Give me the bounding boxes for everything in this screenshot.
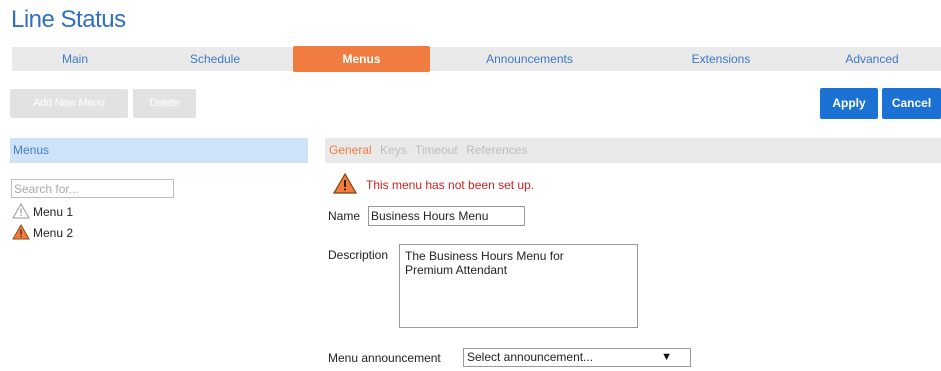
tab-announcements[interactable]: Announcements [434,47,625,71]
menu-list-item-menu-1[interactable]: Menu 1 [12,202,74,221]
apply-button[interactable]: Apply [820,88,878,119]
page-title: Line Status [11,6,126,33]
subtab-references[interactable]: References [466,143,527,157]
setup-warning: This menu has not been set up. [332,172,535,195]
tab-main[interactable]: Main [12,47,138,71]
tab-advanced[interactable]: Advanced [807,47,937,71]
subtab-keys[interactable]: Keys [380,143,407,157]
tab-schedule[interactable]: Schedule [140,47,290,71]
menu-list-item-menu-2[interactable]: Menu 2 [12,223,74,242]
cancel-button[interactable]: Cancel [882,88,941,119]
dropdown-arrow-icon: ▼ [661,351,672,363]
description-field[interactable]: The Business Hours Menu for Premium Atte… [399,244,638,328]
menu-item-label: Menu 2 [33,226,74,240]
main-tab-bar: Main Schedule Menus Announcements Extens… [12,46,941,72]
menu-item-label: Menu 1 [33,205,74,219]
warning-outline-icon [12,202,30,219]
warning-icon [332,172,358,194]
menu-announcement-select[interactable]: Select announcement... ▼ [463,348,691,367]
tab-extensions[interactable]: Extensions [628,47,814,71]
add-new-menu-button[interactable]: Add New Menu [10,89,128,118]
tab-menus[interactable]: Menus [293,46,430,72]
warning-text: This menu has not been set up. [366,178,535,192]
name-field[interactable] [368,206,525,226]
warning-filled-icon [12,223,30,240]
name-label: Name [328,209,361,223]
menu-announcement-label: Menu announcement [328,351,441,365]
description-label: Description [328,248,389,262]
menu-announcement-value: Select announcement... [467,350,594,364]
subtab-timeout[interactable]: Timeout [415,143,458,157]
search-input[interactable] [11,179,174,198]
menus-panel-header: Menus [10,138,308,163]
detail-subtab-bar: General Keys Timeout References [325,138,941,163]
subtab-general[interactable]: General [329,143,372,157]
delete-button[interactable]: Delete [133,89,196,118]
